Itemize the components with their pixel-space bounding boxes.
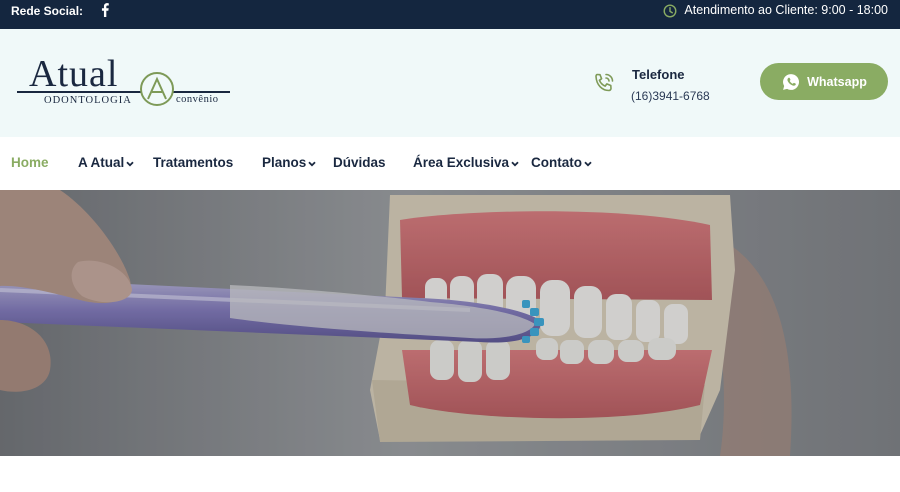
whatsapp-icon <box>783 73 800 90</box>
logo-emblem-icon <box>140 72 174 106</box>
chevron-down-icon <box>511 161 519 166</box>
nav-item-label: Tratamentos <box>153 155 234 170</box>
nav-item-home[interactable]: Home <box>11 155 49 170</box>
nav-item-planos[interactable]: Planos <box>262 155 316 170</box>
chevron-down-icon <box>126 161 134 166</box>
site-header: Atual ODONTOLOGIA convênio Telefone (16)… <box>0 29 900 137</box>
customer-support-hours: Atendimento ao Cliente: 9:00 - 18:00 <box>663 0 888 21</box>
nav-item-tratamentos[interactable]: Tratamentos <box>153 155 233 170</box>
nav-item-label: Home <box>11 155 49 170</box>
nav-item-a-atual[interactable]: A Atual <box>78 155 134 170</box>
nav-item-label: Contato <box>531 155 582 170</box>
whatsapp-button[interactable]: Whatsapp <box>760 63 888 100</box>
logo-brand: Atual <box>29 53 119 95</box>
hero-banner-image <box>0 190 900 456</box>
logo-rule <box>17 91 230 93</box>
nav-item-duvidas[interactable]: Dúvidas <box>333 155 386 170</box>
main-navigation: Home A Atual Tratamentos Planos Dúvidas … <box>0 137 900 190</box>
nav-item-label: A Atual <box>78 155 125 170</box>
whatsapp-button-label: Whatsapp <box>807 74 867 89</box>
clock-icon <box>663 4 677 17</box>
top-bar: Rede Social: Atendimento ao Cliente: 9:0… <box>0 0 900 29</box>
facebook-icon[interactable] <box>100 3 110 17</box>
nav-item-area-exclusiva[interactable]: Área Exclusiva <box>413 155 519 170</box>
chevron-down-icon <box>308 161 316 166</box>
phone-icon <box>595 73 614 92</box>
nav-item-label: Dúvidas <box>333 155 386 170</box>
support-hours-text: Atendimento ao Cliente: 9:00 - 18:00 <box>684 3 888 17</box>
logo-tagline: convênio <box>176 94 219 105</box>
nav-item-contato[interactable]: Contato <box>531 155 592 170</box>
site-logo[interactable]: Atual ODONTOLOGIA convênio <box>17 53 232 114</box>
nav-item-label: Planos <box>262 155 307 170</box>
nav-item-label: Área Exclusiva <box>413 155 510 170</box>
hero-dental-illustration <box>0 190 900 456</box>
social-label: Rede Social: <box>11 4 84 18</box>
logo-subtitle: ODONTOLOGIA <box>44 95 132 106</box>
phone-title: Telefone <box>632 67 685 82</box>
chevron-down-icon <box>584 161 592 166</box>
phone-contact[interactable]: Telefone (16)3941-6768 <box>590 65 730 105</box>
phone-number[interactable]: (16)3941-6768 <box>631 89 710 103</box>
